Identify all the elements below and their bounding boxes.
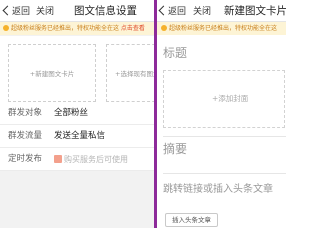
close-button[interactable]: 关闭 <box>36 4 54 17</box>
traffic-row[interactable]: 群发流量 发送全量私信 <box>0 125 154 148</box>
title-input[interactable]: 标题 <box>163 44 187 61</box>
page-title: 新建图文卡片 <box>224 5 286 17</box>
target-row[interactable]: 群发对象 全部粉丝 <box>0 102 154 125</box>
left-screen: 返回 关闭 图文信息设置 超级粉丝服务已经推出，特权功能全在这 点击查看 +新建… <box>0 0 154 228</box>
checkbox-icon[interactable] <box>54 155 62 163</box>
add-cover-label: +添加封面 <box>212 94 249 103</box>
back-button[interactable]: 返回 <box>158 4 187 17</box>
notice-text: 超级粉丝服务已经推出，特权功能全在这 <box>11 25 121 32</box>
notice-text: 超级粉丝服务已经推出，特权功能全在这 <box>169 25 278 32</box>
notice-banner[interactable]: 超级粉丝服务已经推出，特权功能全在这 点击查看 <box>0 22 154 35</box>
back-label: 返回 <box>12 7 31 17</box>
left-navbar: 返回 关闭 图文信息设置 <box>0 0 154 22</box>
divider <box>163 136 286 137</box>
chevron-left-icon <box>2 5 13 16</box>
add-cover-area[interactable]: +添加封面 <box>163 70 285 128</box>
close-button[interactable]: 关闭 <box>193 4 211 17</box>
traffic-label: 群发流量 <box>8 131 43 141</box>
target-label: 群发对象 <box>8 108 43 118</box>
settings-form: 群发对象 全部粉丝 群发流量 发送全量私信 定时发布 购买服务后可使用 <box>0 102 154 171</box>
new-card-tile[interactable]: +新建图文卡片 <box>8 44 96 102</box>
link-input[interactable]: 跳转链接或插入头条文章 <box>163 180 273 195</box>
schedule-value-text: 购买服务后可使用 <box>64 155 128 164</box>
schedule-value: 购买服务后可使用 <box>54 148 128 171</box>
target-value: 全部粉丝 <box>54 108 89 118</box>
warning-icon <box>3 24 9 31</box>
summary-input[interactable]: 摘要 <box>163 140 187 157</box>
image-tiles: +新建图文卡片 +选择现有图文 <box>0 36 154 106</box>
back-label: 返回 <box>168 7 187 17</box>
divider <box>163 173 286 174</box>
back-button[interactable]: 返回 <box>2 4 31 17</box>
schedule-row[interactable]: 定时发布 购买服务后可使用 <box>0 148 154 171</box>
chevron-left-icon <box>158 5 169 16</box>
right-navbar: 返回 关闭 新建图文卡片 <box>157 0 286 22</box>
notice-banner[interactable]: 超级粉丝服务已经推出，特权功能全在这 <box>157 22 286 35</box>
warning-icon <box>161 24 167 31</box>
right-screen: 返回 关闭 新建图文卡片 超级粉丝服务已经推出，特权功能全在这 标题 +添加封面… <box>157 0 286 228</box>
insert-article-button[interactable]: 插入头条文章 <box>165 213 218 227</box>
select-existing-tile[interactable]: +选择现有图文 <box>106 44 154 102</box>
notice-link[interactable]: 点击查看 <box>121 25 145 32</box>
schedule-label: 定时发布 <box>8 154 43 164</box>
page-title: 图文信息设置 <box>74 5 137 17</box>
traffic-value: 发送全量私信 <box>54 131 106 141</box>
